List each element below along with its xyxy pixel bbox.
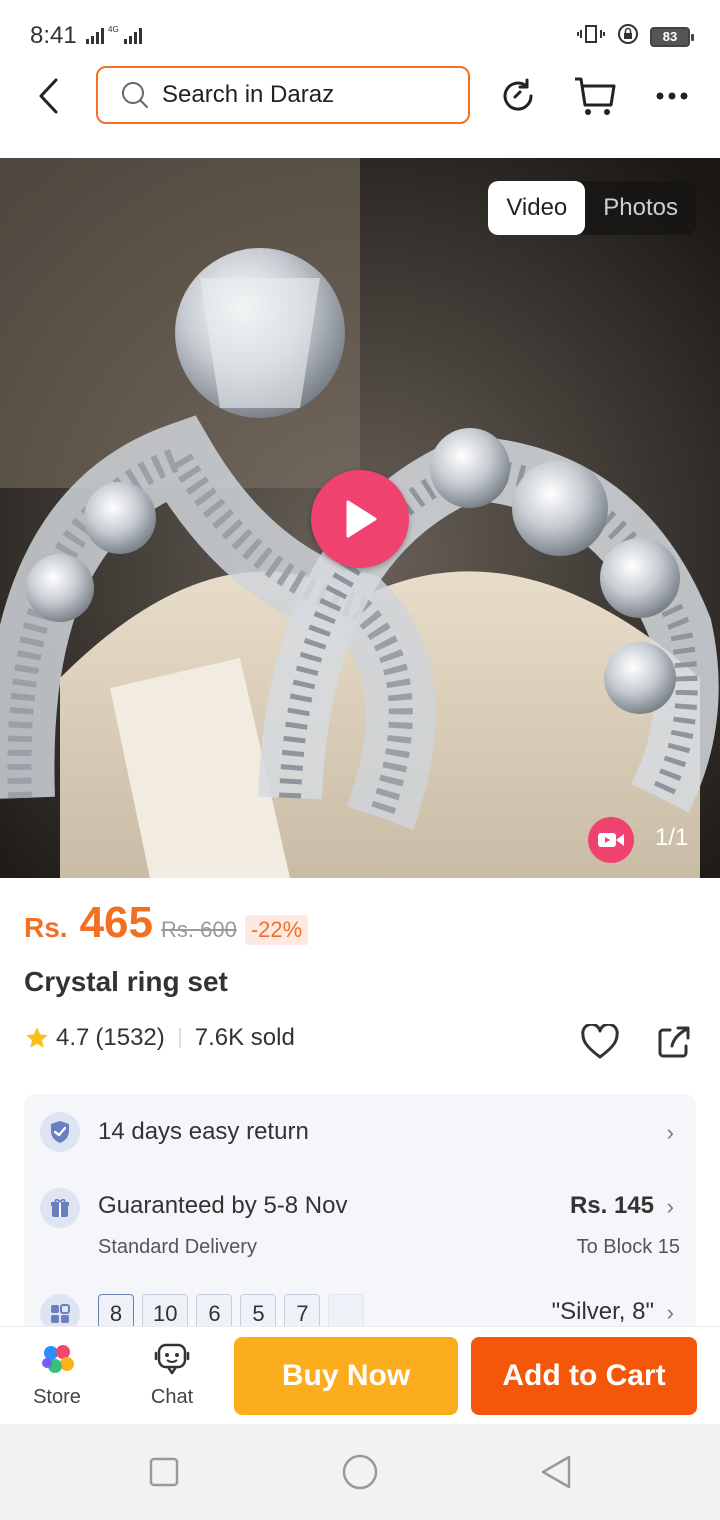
cart-button[interactable] — [570, 72, 620, 120]
store-icon — [42, 1345, 74, 1373]
svg-text:4G: 4G — [108, 25, 119, 34]
square-icon — [149, 1457, 179, 1487]
system-navigation-bar — [0, 1424, 720, 1520]
shield-icon — [40, 1112, 80, 1152]
divider — [178, 1028, 181, 1048]
rating-value: 4.7 — [56, 1024, 90, 1051]
battery-indicator: 83 — [650, 26, 694, 47]
chevron-right-icon: › — [666, 1194, 674, 1219]
delivery-location: To Block 15 — [576, 1236, 680, 1258]
original-price: Rs. 600 — [161, 917, 237, 942]
selected-variant: "Silver, 8" — [551, 1298, 654, 1325]
more-icon — [656, 92, 688, 100]
current-price: 465 — [79, 898, 153, 947]
discount-badge: -22% — [244, 915, 309, 945]
search-placeholder: Search in Daraz — [162, 81, 335, 108]
share-button[interactable] — [652, 1020, 696, 1064]
recent-apps-button[interactable] — [144, 1452, 184, 1492]
home-button[interactable] — [340, 1452, 380, 1492]
add-to-cart-button[interactable]: Add to Cart — [471, 1337, 697, 1415]
star-icon — [26, 1027, 48, 1048]
delivery-type: Standard Delivery — [98, 1236, 257, 1258]
chat-label: Chat — [150, 1386, 194, 1408]
review-count: (1532) — [95, 1024, 165, 1051]
sold-count: 7.6K sold — [194, 1024, 295, 1051]
rating-row[interactable]: 4.7 (1532) 7.6K sold — [24, 1024, 295, 1052]
store-label: Store — [33, 1386, 81, 1408]
circle-icon — [342, 1454, 378, 1490]
price-row: Rs. 465 Rs. 600 -22% — [24, 898, 309, 948]
chevron-right-icon: › — [666, 1300, 674, 1325]
currency-label: Rs. — [24, 912, 68, 943]
video-camera-icon — [588, 817, 634, 863]
refresh-button[interactable] — [493, 72, 543, 120]
delivery-price: Rs. 145 — [569, 1192, 654, 1219]
return-label: 14 days easy return — [98, 1118, 309, 1145]
back-arrow-icon — [39, 78, 58, 114]
gift-icon — [40, 1188, 80, 1228]
delivery-row[interactable]: Guaranteed by 5-8 Nov Standard Delivery … — [24, 1174, 696, 1274]
share-icon — [658, 1026, 690, 1058]
status-bar: 8:41 4G 83 — [0, 0, 720, 64]
media-toggle: Video Photos — [488, 181, 696, 235]
product-media[interactable]: Video Photos 1/1 — [0, 158, 720, 878]
play-button[interactable] — [311, 470, 409, 568]
play-icon — [346, 500, 377, 538]
chat-button[interactable]: Chat — [127, 1341, 217, 1409]
wishlist-button[interactable] — [578, 1020, 622, 1064]
heart-icon — [581, 1024, 619, 1059]
tab-photos[interactable]: Photos — [585, 181, 696, 235]
status-time: 8:41 — [30, 22, 77, 49]
media-counter: 1/1 — [655, 824, 689, 851]
bottom-action-bar: Store Chat Buy Now Add to Cart — [0, 1326, 720, 1424]
service-info-card: 14 days easy return › Guaranteed by 5-8 … — [24, 1094, 696, 1334]
signal-icon: 4G — [86, 24, 156, 51]
cart-icon — [575, 77, 616, 115]
chat-icon — [154, 1343, 190, 1375]
lock-rotation-icon — [616, 22, 640, 51]
chevron-right-icon: › — [666, 1120, 674, 1145]
triangle-back-icon — [541, 1455, 571, 1489]
buy-now-button[interactable]: Buy Now — [234, 1337, 458, 1415]
search-input[interactable]: Search in Daraz — [96, 66, 470, 124]
vibrate-icon — [576, 22, 606, 51]
status-right: 83 — [576, 22, 694, 51]
store-button[interactable]: Store — [12, 1341, 102, 1409]
return-policy-row[interactable]: 14 days easy return › — [24, 1094, 696, 1168]
product-title: Crystal ring set — [24, 966, 228, 997]
delivery-label: Guaranteed by 5-8 Nov — [98, 1192, 348, 1219]
more-button[interactable] — [647, 72, 697, 120]
refresh-icon — [503, 78, 533, 111]
search-icon — [122, 82, 148, 108]
back-button[interactable] — [28, 74, 68, 118]
tab-video[interactable]: Video — [488, 181, 586, 235]
system-back-button[interactable] — [536, 1452, 576, 1492]
top-nav: Search in Daraz — [0, 64, 720, 158]
